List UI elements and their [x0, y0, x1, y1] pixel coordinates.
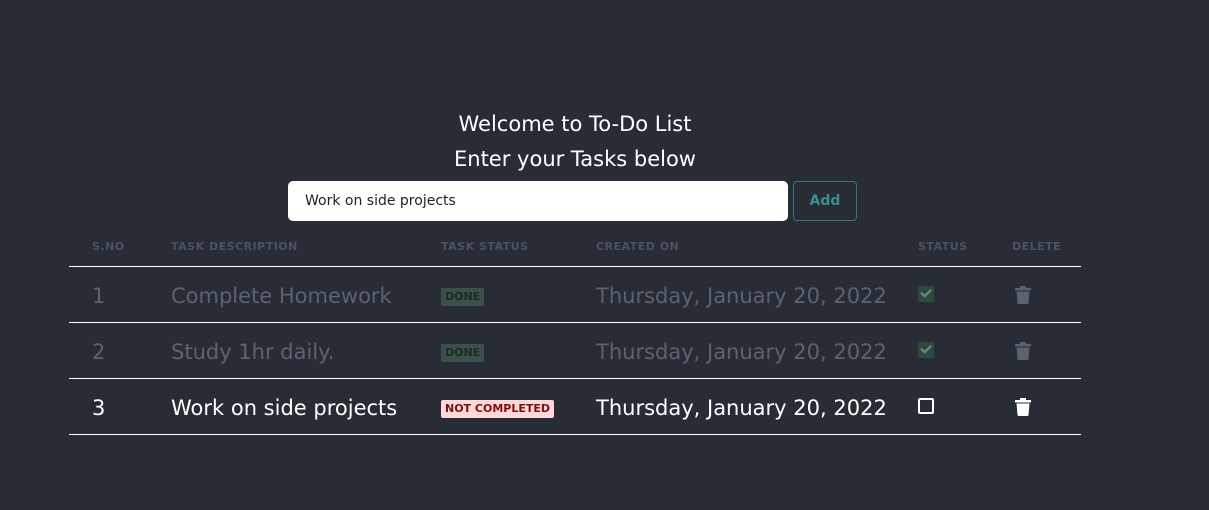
header-task-description: TASK DESCRIPTION: [171, 240, 298, 253]
table-row: 2 Study 1hr daily. DONE Thursday, Januar…: [69, 323, 1081, 379]
task-input[interactable]: [288, 181, 788, 221]
trash-icon[interactable]: [1015, 398, 1031, 416]
header-task-status: TASK STATUS: [441, 240, 529, 253]
welcome-title: Welcome to To-Do List: [458, 112, 692, 136]
row-sno: 2: [92, 340, 106, 364]
row-description: Study 1hr daily.: [171, 340, 335, 364]
row-description: Work on side projects: [171, 396, 398, 420]
status-checkbox[interactable]: [918, 286, 934, 302]
table-header: S.NO TASK DESCRIPTION TASK STATUS CREATE…: [69, 230, 1081, 267]
status-checkbox[interactable]: [918, 342, 934, 358]
status-badge: DONE: [441, 344, 485, 362]
row-created-on: Thursday, January 20, 2022: [596, 340, 887, 364]
tasks-subtitle: Enter your Tasks below: [454, 147, 696, 171]
row-sno: 3: [92, 396, 106, 420]
add-button[interactable]: Add: [793, 181, 857, 221]
table-row: 3 Work on side projects NOT COMPLETED Th…: [69, 379, 1081, 435]
row-created-on: Thursday, January 20, 2022: [596, 284, 887, 308]
task-table: S.NO TASK DESCRIPTION TASK STATUS CREATE…: [69, 230, 1081, 435]
header-created-on: CREATED ON: [596, 240, 680, 253]
row-sno: 1: [92, 284, 106, 308]
row-description: Complete Homework: [171, 284, 392, 308]
trash-icon[interactable]: [1015, 286, 1031, 304]
status-badge: NOT COMPLETED: [441, 400, 554, 418]
trash-icon[interactable]: [1015, 342, 1031, 360]
row-created-on: Thursday, January 20, 2022: [596, 396, 887, 420]
table-row: 1 Complete Homework DONE Thursday, Janua…: [69, 267, 1081, 323]
header-sno: S.NO: [92, 240, 125, 253]
status-checkbox[interactable]: [918, 398, 934, 414]
header-delete: DELETE: [1012, 240, 1062, 253]
header-status: STATUS: [918, 240, 968, 253]
status-badge: DONE: [441, 288, 485, 306]
